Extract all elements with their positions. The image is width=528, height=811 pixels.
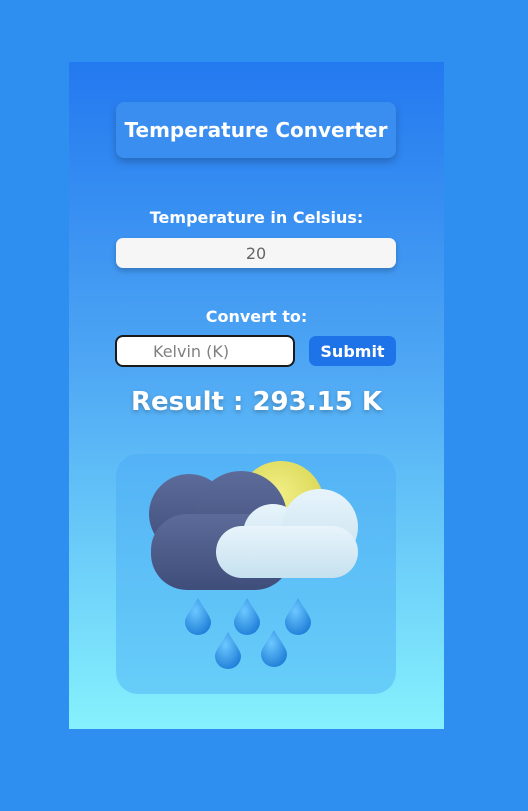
convert-label: Convert to: xyxy=(205,307,308,326)
celsius-label: Temperature in Celsius: xyxy=(149,208,364,227)
unit-select[interactable]: Kelvin (K) xyxy=(115,335,295,367)
result-text: Result : 293.15 K xyxy=(130,387,382,417)
rain-cloud-sun-icon xyxy=(149,461,358,669)
submit-button[interactable]: Submit xyxy=(309,336,396,366)
weather-illustration-panel xyxy=(116,454,396,694)
app-title: Temperature Converter xyxy=(116,102,396,158)
celsius-input[interactable] xyxy=(116,238,396,268)
converter-card: Temperature Converter Temperature in Cel… xyxy=(69,62,444,729)
